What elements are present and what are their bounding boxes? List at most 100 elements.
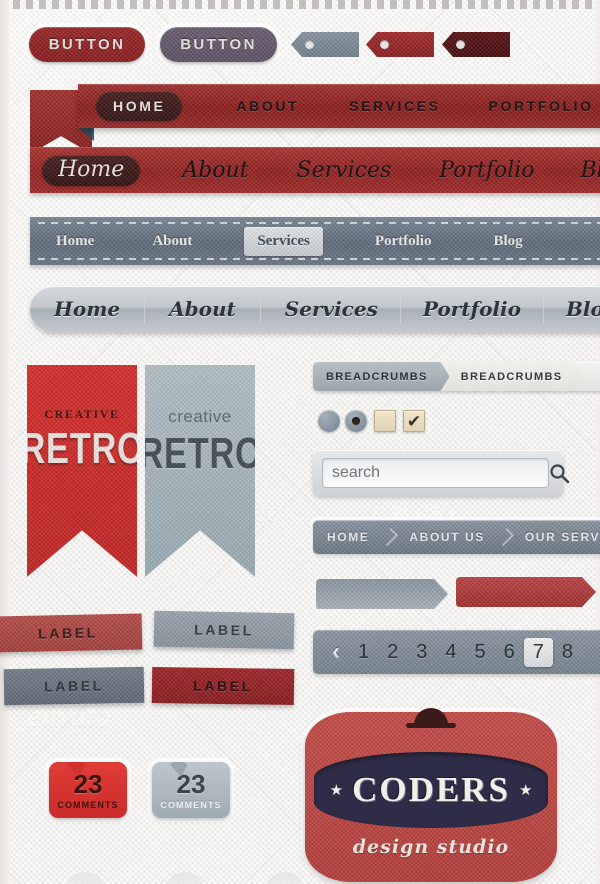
ribbon-title: RETRO bbox=[19, 424, 145, 473]
nav-separator bbox=[542, 294, 544, 324]
script-nav-item-services[interactable]: Services bbox=[297, 158, 392, 183]
label-tag-red-dark[interactable]: LABEL bbox=[151, 667, 295, 705]
arrow-bar-red[interactable] bbox=[456, 577, 596, 607]
nav-item-about[interactable]: ABOUT bbox=[236, 98, 299, 114]
pagination-page-7-active[interactable]: 7 bbox=[523, 637, 553, 667]
radio-selected[interactable] bbox=[345, 410, 367, 432]
breadcrumb-item-current: CURRENT bbox=[584, 362, 600, 391]
search-icon bbox=[550, 463, 570, 483]
search-box bbox=[313, 450, 570, 496]
ribbon-navbar: HOME ABOUT SERVICES PORTFOLIO BLOG bbox=[78, 84, 600, 128]
comment-caption: COMMENTS bbox=[160, 799, 222, 810]
slate-nav-item-about[interactable]: About bbox=[152, 233, 192, 250]
watermark: envato bbox=[28, 700, 111, 733]
pagination: ‹ 1 2 3 4 5 6 7 8 bbox=[313, 630, 600, 674]
label-tag-gray-light[interactable]: LABEL bbox=[153, 610, 295, 650]
coders-badge: ★ CODERS ★ design studio bbox=[305, 708, 557, 882]
breadcrumb-slate-item-services[interactable]: OUR SERV bbox=[511, 530, 600, 544]
tag-hole-icon bbox=[380, 40, 389, 49]
comment-count: 23 bbox=[176, 768, 206, 799]
script-nav-item-about[interactable]: About bbox=[182, 158, 248, 183]
button-secondary-purple[interactable]: BUTTON bbox=[160, 27, 277, 62]
button-label: BUTTON bbox=[180, 36, 257, 53]
button-label: BUTTON bbox=[48, 36, 126, 53]
radio-unselected[interactable] bbox=[318, 410, 340, 432]
pagination-page-5[interactable]: 5 bbox=[466, 641, 495, 664]
checkbox-unchecked[interactable] bbox=[374, 410, 396, 432]
ribbon-title: RETRO bbox=[137, 429, 263, 478]
breadcrumb-slate-item-about[interactable]: ABOUT US bbox=[395, 530, 498, 544]
silver-nav-item-portfolio[interactable]: Portfolio bbox=[423, 297, 521, 321]
pagination-prev[interactable]: ‹ bbox=[323, 638, 349, 666]
silver-navbar: Home About Services Portfolio Blog bbox=[30, 286, 600, 332]
silver-nav-item-home[interactable]: Home bbox=[54, 297, 120, 321]
nav-item-portfolio[interactable]: PORTFOLIO bbox=[489, 98, 594, 114]
partial-shape-bottom bbox=[64, 872, 106, 884]
search-input[interactable] bbox=[322, 458, 549, 488]
slate-navbar: Home About Services Portfolio Blog bbox=[30, 217, 600, 265]
button-primary-red[interactable]: BUTTON bbox=[29, 27, 145, 62]
label-tag-slate-dark[interactable]: LABEL bbox=[3, 666, 145, 706]
right-edge-strip bbox=[595, 0, 600, 884]
script-navbar: Home About Services Portfolio Blog bbox=[30, 147, 600, 193]
comment-count: 23 bbox=[73, 768, 103, 799]
nav-label: HOME bbox=[113, 98, 166, 114]
script-nav-item-portfolio[interactable]: Portfolio bbox=[439, 158, 534, 183]
badge-subtitle: design studio bbox=[352, 836, 510, 858]
arrow-bar-slate[interactable] bbox=[316, 579, 448, 609]
comment-bubble-red[interactable]: 23 COMMENTS bbox=[49, 762, 127, 818]
label-text: LABEL bbox=[194, 621, 254, 639]
ribbon-subtitle: CREATIVE bbox=[44, 407, 120, 421]
nav-separator bbox=[144, 294, 146, 324]
radio-dot-icon bbox=[352, 417, 360, 425]
breadcrumb-item-2[interactable]: BREADCRUMBS bbox=[441, 362, 585, 391]
top-edge-strip bbox=[0, 0, 600, 9]
silver-nav-item-blog[interactable]: Blog bbox=[566, 297, 600, 321]
partial-shape-bottom bbox=[164, 872, 206, 884]
slate-nav-item-home[interactable]: Home bbox=[56, 233, 94, 250]
pagination-page-1[interactable]: 1 bbox=[349, 641, 378, 664]
partial-shape-bottom bbox=[264, 872, 306, 884]
ui-kit-canvas: envato envato envato envato envato envat… bbox=[0, 0, 600, 884]
pagination-page-4[interactable]: 4 bbox=[436, 641, 465, 664]
pagination-page-6[interactable]: 6 bbox=[495, 641, 524, 664]
left-edge-strip bbox=[0, 0, 9, 884]
pagination-page-8[interactable]: 8 bbox=[553, 641, 582, 664]
checkbox-checked[interactable]: ✔ bbox=[403, 410, 425, 432]
retro-ribbon-red: CREATIVE RETRO bbox=[27, 365, 137, 577]
nav-separator bbox=[399, 294, 401, 324]
check-icon: ✔ bbox=[406, 411, 422, 431]
bowler-hat-icon bbox=[406, 708, 456, 728]
price-tag-dark[interactable] bbox=[442, 32, 510, 57]
slate-nav-item-blog[interactable]: Blog bbox=[493, 233, 522, 250]
search-button[interactable] bbox=[549, 456, 570, 490]
script-nav-item-home[interactable]: Home bbox=[42, 154, 141, 186]
price-tag-slate[interactable] bbox=[291, 32, 359, 57]
comment-caption: COMMENTS bbox=[57, 799, 119, 810]
retro-ribbon-gray: creative RETRO bbox=[145, 365, 255, 577]
price-tag-red[interactable] bbox=[366, 32, 434, 57]
label-text: LABEL bbox=[37, 624, 98, 642]
breadcrumb-item-1[interactable]: BREADCRUMBS bbox=[313, 362, 450, 391]
silver-nav-item-services[interactable]: Services bbox=[285, 297, 378, 321]
label-tag-red-light[interactable]: LABEL bbox=[0, 613, 143, 653]
star-right-icon: ★ bbox=[518, 782, 533, 799]
comment-bubble-gray[interactable]: 23 COMMENTS bbox=[152, 762, 230, 818]
pagination-page-3[interactable]: 3 bbox=[407, 641, 436, 664]
badge-oval: ★ CODERS ★ bbox=[314, 752, 548, 828]
silver-nav-item-about[interactable]: About bbox=[169, 297, 236, 321]
slate-nav-item-services[interactable]: Services bbox=[244, 226, 323, 256]
stitch-line-bottom bbox=[38, 258, 600, 260]
star-left-icon: ★ bbox=[329, 782, 344, 799]
nav-item-home[interactable]: HOME bbox=[96, 91, 183, 121]
badge-title: CODERS bbox=[352, 770, 510, 809]
nav-label: Services bbox=[257, 232, 310, 249]
ribbon-subtitle: creative bbox=[168, 407, 232, 426]
nav-separator bbox=[259, 294, 261, 324]
breadcrumb-slate-item-home[interactable]: HOME bbox=[313, 530, 383, 544]
tag-hole-icon bbox=[456, 40, 465, 49]
pagination-page-2[interactable]: 2 bbox=[378, 641, 407, 664]
nav-item-services[interactable]: SERVICES bbox=[349, 98, 440, 114]
slate-nav-item-portfolio[interactable]: Portfolio bbox=[375, 233, 432, 250]
script-nav-item-blog[interactable]: Blog bbox=[580, 158, 600, 183]
